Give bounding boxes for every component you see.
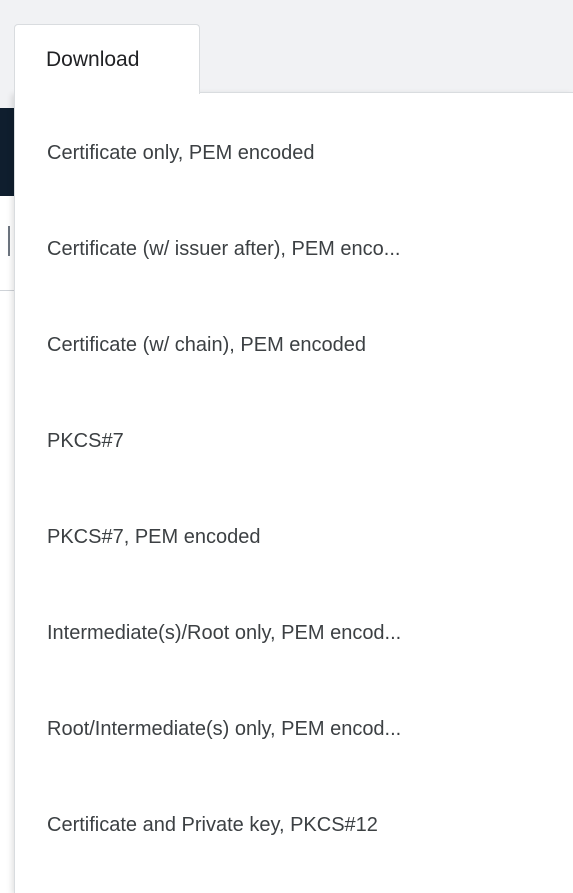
menu-item-certificate-private-key-pkcs12[interactable]: Certificate and Private key, PKCS#12 <box>15 777 573 873</box>
menu-item-label: Root/Intermediate(s) only, PEM encod... <box>47 717 402 740</box>
background-divider-line <box>0 290 14 291</box>
menu-item-label: Certificate only, PEM encoded <box>47 141 315 164</box>
background-header-strip <box>0 108 14 196</box>
menu-item-root-intermediate-pem[interactable]: Root/Intermediate(s) only, PEM encod... <box>15 681 573 777</box>
menu-item-certificate-only-pem[interactable]: Certificate only, PEM encoded <box>15 105 573 201</box>
menu-item-pkcs7-pem[interactable]: PKCS#7, PEM encoded <box>15 489 573 585</box>
menu-item-label: PKCS#7 <box>47 429 124 452</box>
menu-item-certificate-chain-pem[interactable]: Certificate (w/ chain), PEM encoded <box>15 297 573 393</box>
background-divider-mark <box>8 226 10 256</box>
menu-item-intermediate-root-pem[interactable]: Intermediate(s)/Root only, PEM encod... <box>15 585 573 681</box>
menu-item-label: Certificate (w/ issuer after), PEM enco.… <box>47 237 401 260</box>
download-button[interactable]: Download <box>14 24 200 94</box>
menu-item-pkcs7[interactable]: PKCS#7 <box>15 393 573 489</box>
menu-item-label: Certificate (w/ chain), PEM encoded <box>47 333 367 356</box>
menu-item-label: Certificate and Private key, PKCS#12 <box>47 813 378 836</box>
menu-item-label: Intermediate(s)/Root only, PEM encod... <box>47 621 402 644</box>
menu-item-label: PKCS#7, PEM encoded <box>47 525 261 548</box>
download-menu: Certificate only, PEM encoded Certificat… <box>14 92 573 893</box>
background-content-area <box>0 196 14 893</box>
page: Download Certificate only, PEM encoded C… <box>0 0 573 893</box>
menu-item-certificate-issuer-after-pem[interactable]: Certificate (w/ issuer after), PEM enco.… <box>15 201 573 297</box>
